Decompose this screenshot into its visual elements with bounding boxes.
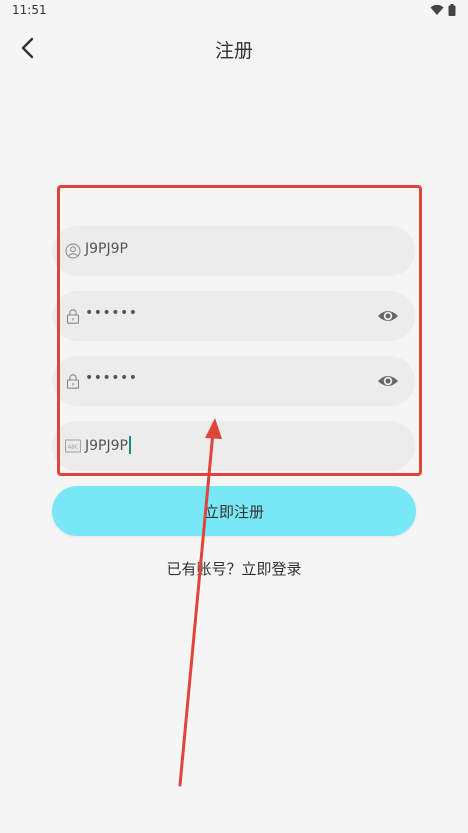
- wifi-icon: [430, 4, 444, 15]
- status-icons: [430, 4, 456, 16]
- login-link[interactable]: 已有账号？立即登录: [0, 558, 468, 579]
- username-field[interactable]: J9PJ9P: [52, 226, 415, 276]
- eye-icon[interactable]: [377, 372, 399, 390]
- annotation-arrow: [178, 418, 222, 787]
- password-field[interactable]: ••••••: [52, 291, 415, 341]
- username-value: J9PJ9P: [85, 241, 128, 257]
- password-value: ••••••: [85, 305, 138, 321]
- lock-icon: [66, 309, 80, 324]
- page-title: 注册: [214, 40, 253, 62]
- eye-icon[interactable]: [377, 307, 399, 325]
- text-cursor: [128, 436, 131, 454]
- register-button[interactable]: 立即注册: [52, 486, 416, 536]
- captcha-field[interactable]: ABC J9PJ9P: [52, 421, 415, 471]
- lock-icon: [66, 374, 80, 389]
- status-time: 11:51: [12, 3, 47, 17]
- status-bar: 11:51: [0, 0, 468, 22]
- confirm-password-field[interactable]: ••••••: [52, 356, 415, 406]
- register-screen: 11:51 注册 J9PJ9P •••••• •••••• ABC J9PJ9P…: [0, 0, 468, 833]
- svg-text:ABC: ABC: [68, 445, 79, 451]
- confirm-password-value: ••••••: [85, 370, 138, 386]
- user-circle-icon: [65, 243, 81, 259]
- battery-icon: [448, 4, 456, 16]
- abc-icon: ABC: [65, 439, 81, 453]
- captcha-value: J9PJ9P: [85, 436, 131, 454]
